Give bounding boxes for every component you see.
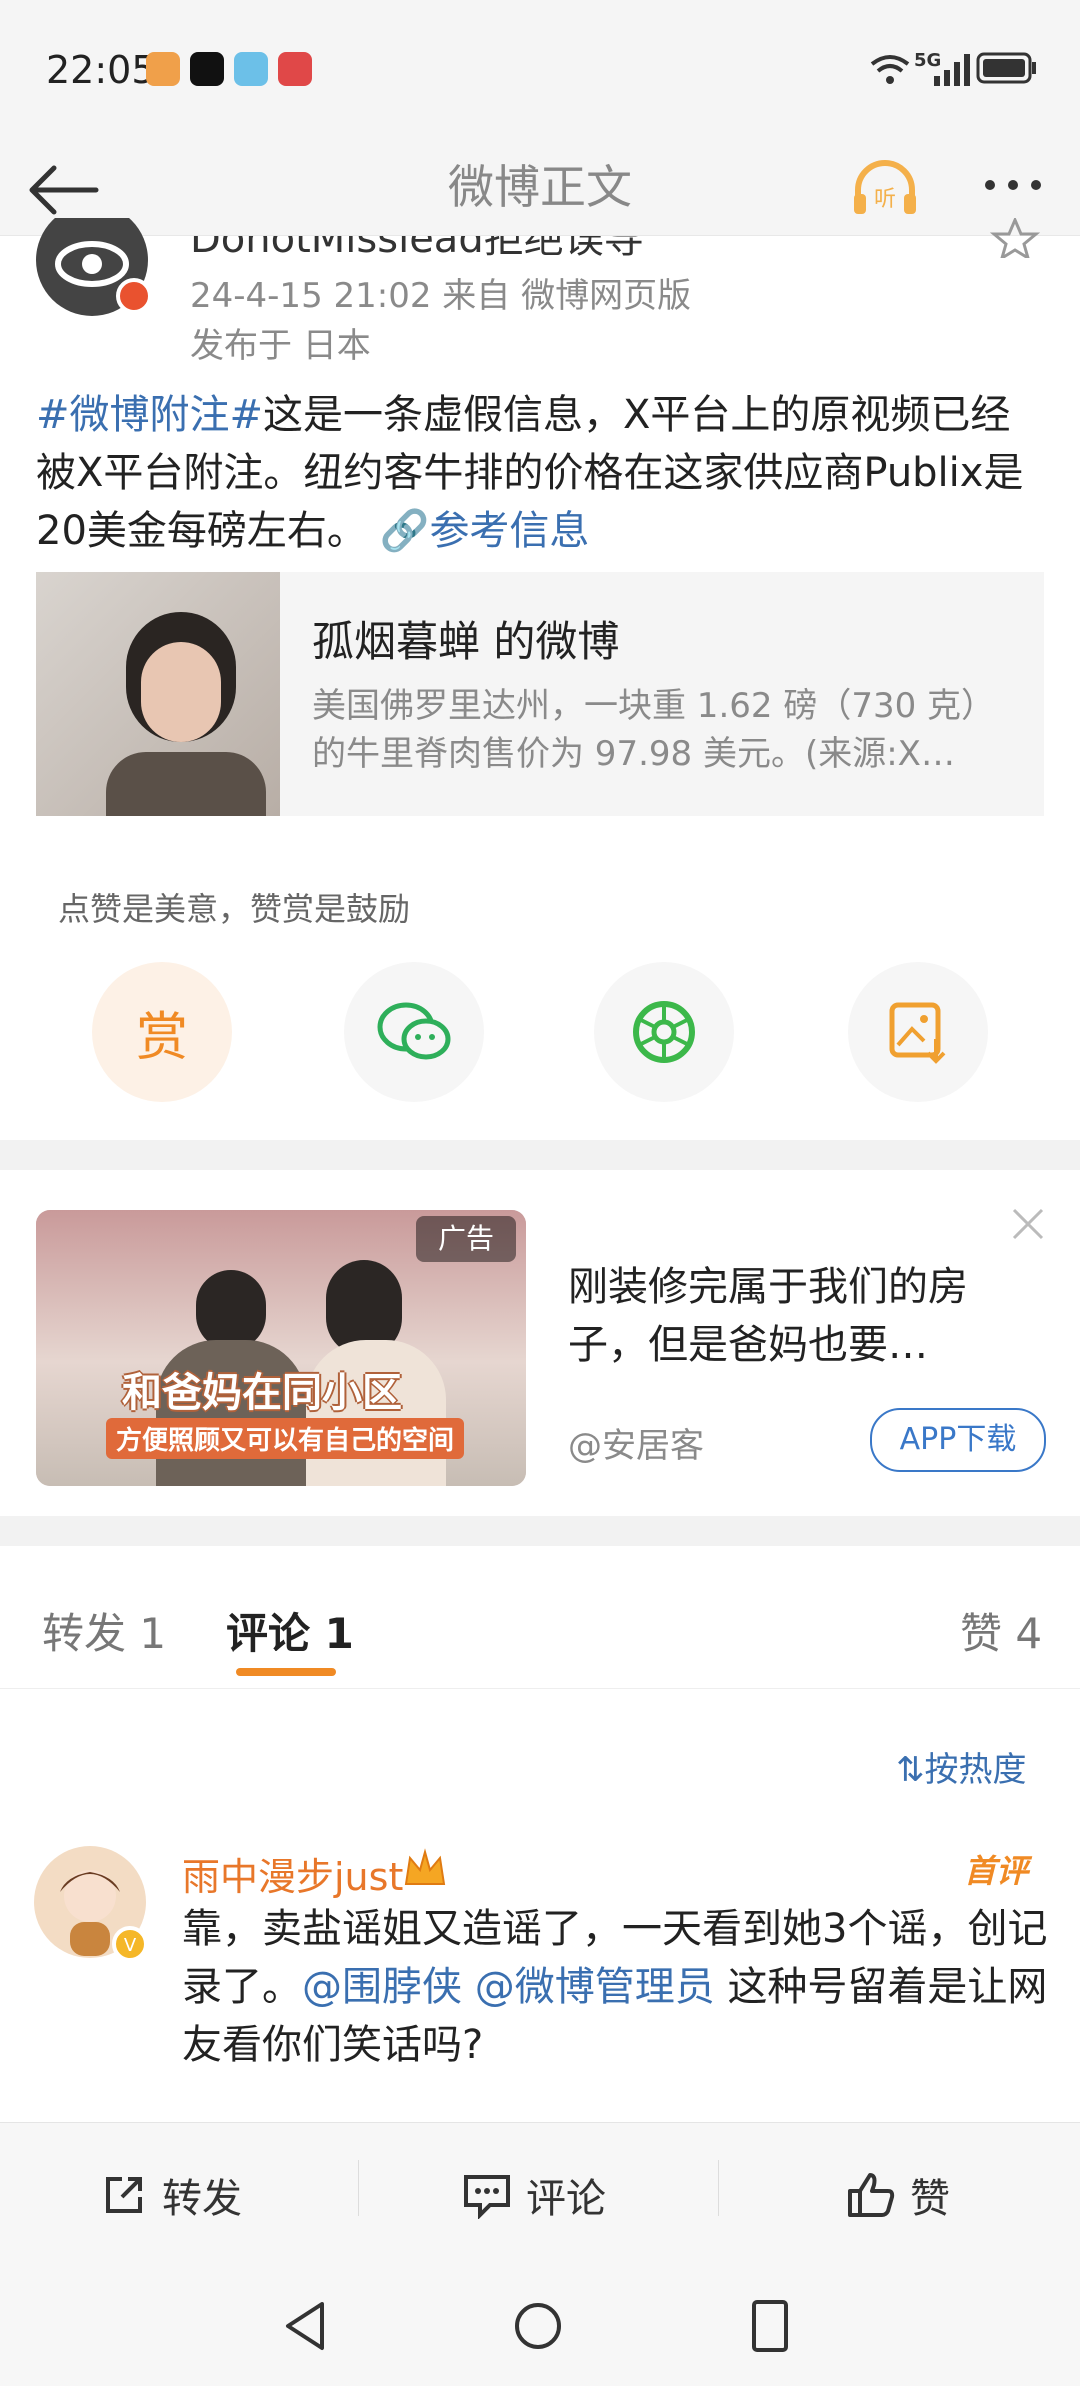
close-ad-icon[interactable] bbox=[1010, 1206, 1046, 1242]
ad-source: @安居客 bbox=[568, 1426, 704, 1466]
repost-label: 转发 bbox=[162, 2176, 242, 2222]
nav-home-icon[interactable] bbox=[512, 2300, 564, 2352]
svg-text:V: V bbox=[124, 1935, 137, 1956]
author-avatar[interactable] bbox=[36, 218, 152, 318]
tab-active-indicator bbox=[236, 1668, 336, 1676]
commenter-avatar[interactable]: V bbox=[34, 1846, 154, 1962]
sort-label: 按热度 bbox=[924, 1750, 1027, 1790]
svg-text:听: 听 bbox=[874, 187, 896, 212]
reward-label: 赏 bbox=[135, 1007, 188, 1068]
nav-recents-icon[interactable] bbox=[748, 2298, 792, 2354]
comment-button[interactable]: 评论 bbox=[462, 2166, 606, 2224]
sort-by-hot[interactable]: ⇅按热度 bbox=[896, 1742, 1027, 1791]
ad-image-subtitle: 方便照顾又可以有自己的空间 bbox=[106, 1418, 465, 1459]
reward-hint: 点赞是美意，赞赏是鼓励 bbox=[58, 890, 411, 928]
thumbs-up-icon bbox=[848, 2173, 895, 2217]
wifi-icon bbox=[870, 55, 910, 84]
app-icon-red bbox=[278, 52, 312, 86]
wechat-icon bbox=[377, 1002, 451, 1060]
section-divider-2 bbox=[0, 1516, 1080, 1546]
tiktok-icon bbox=[190, 52, 224, 86]
post-header-clip: DonotMisslead拒绝误导 bbox=[0, 236, 1080, 260]
hashtag-link[interactable]: #微博附注# bbox=[36, 392, 263, 438]
nav-back-icon[interactable] bbox=[280, 2298, 330, 2354]
repost-button[interactable]: 转发 bbox=[100, 2166, 242, 2224]
sort-icon: ⇅ bbox=[896, 1750, 925, 1790]
app-download-button[interactable]: APP下载 bbox=[870, 1408, 1046, 1472]
ad-image[interactable]: 广告 和爸妈在同小区 方便照顾又可以有自己的空间 bbox=[36, 1210, 526, 1486]
tab-divider bbox=[0, 1688, 1080, 1689]
tab-repost[interactable]: 转发 1 bbox=[42, 1600, 166, 1661]
quoted-weibo-card[interactable]: 孤烟暮蝉 的微博 美国佛罗里达州，一块重 1.62 磅（730 克）的牛里脊肉售… bbox=[36, 572, 1044, 816]
section-divider bbox=[0, 1140, 1080, 1170]
mention-weibo-xia[interactable]: @围脖侠 bbox=[302, 1964, 462, 2010]
post-body: #微博附注#这是一条虚假信息，X平台上的原视频已经被X平台附注。纽约客牛排的价格… bbox=[36, 386, 1046, 560]
quoted-thumbnail bbox=[36, 572, 280, 816]
tab-comment[interactable]: 评论 1 bbox=[226, 1600, 354, 1661]
like-label: 赞 bbox=[910, 2176, 950, 2222]
crown-icon bbox=[404, 1848, 446, 1885]
post-location: 发布于 日本 bbox=[190, 326, 371, 366]
wechat-share-button[interactable] bbox=[344, 962, 484, 1102]
comment-text: 靠，卖盐谣姐又造谣了，一天看到她3个谣，创记录了。@围脖侠 @微博管理员 这种号… bbox=[182, 1900, 1052, 2074]
more-icon[interactable] bbox=[978, 160, 1048, 210]
bottom-divider-2 bbox=[718, 2160, 719, 2216]
ad-text[interactable]: 刚装修完属于我们的房子，但是爸妈也要… bbox=[568, 1258, 1008, 1374]
comment-label: 评论 bbox=[526, 2176, 606, 2222]
favorite-star-icon[interactable] bbox=[990, 218, 1040, 258]
save-image-icon bbox=[889, 1002, 946, 1064]
ad-image-title: 和爸妈在同小区 bbox=[122, 1370, 402, 1416]
ad-badge: 广告 bbox=[416, 1216, 516, 1262]
moments-icon bbox=[633, 1001, 695, 1063]
battery-icon bbox=[976, 52, 1036, 84]
status-time: 22:05 bbox=[46, 48, 156, 92]
bottom-divider-1 bbox=[358, 2160, 359, 2216]
commenter-name[interactable]: 雨中漫步just bbox=[182, 1846, 403, 1901]
save-image-button[interactable] bbox=[848, 962, 988, 1102]
comment-icon bbox=[464, 2175, 510, 2219]
tab-like[interactable]: 赞 4 bbox=[960, 1600, 1042, 1661]
post-meta: 24-4-15 21:02 来自 微博网页版 bbox=[190, 276, 692, 316]
quoted-title: 孤烟暮蝉 的微博 bbox=[312, 617, 620, 666]
listen-icon[interactable]: 听 bbox=[850, 160, 920, 216]
signal-icon bbox=[934, 54, 970, 86]
repost-icon bbox=[106, 2177, 142, 2213]
mention-weibo-admin[interactable]: @微博管理员 bbox=[475, 1964, 715, 2010]
reference-link-label: 参考信息 bbox=[429, 508, 590, 554]
like-button[interactable]: 赞 bbox=[846, 2166, 950, 2224]
moments-share-button[interactable] bbox=[594, 962, 734, 1102]
reward-button[interactable]: 赏 bbox=[92, 962, 232, 1102]
first-comment-badge: 首评 bbox=[964, 1852, 1029, 1890]
quoted-text: 美国佛罗里达州，一块重 1.62 磅（730 克）的牛里脊肉售价为 97.98 … bbox=[312, 686, 996, 774]
notification-icon bbox=[146, 52, 180, 86]
app-icon bbox=[234, 52, 268, 86]
reference-link[interactable]: 🔗参考信息 bbox=[380, 508, 590, 554]
post-author-name[interactable]: DonotMisslead拒绝误导 bbox=[190, 236, 644, 260]
